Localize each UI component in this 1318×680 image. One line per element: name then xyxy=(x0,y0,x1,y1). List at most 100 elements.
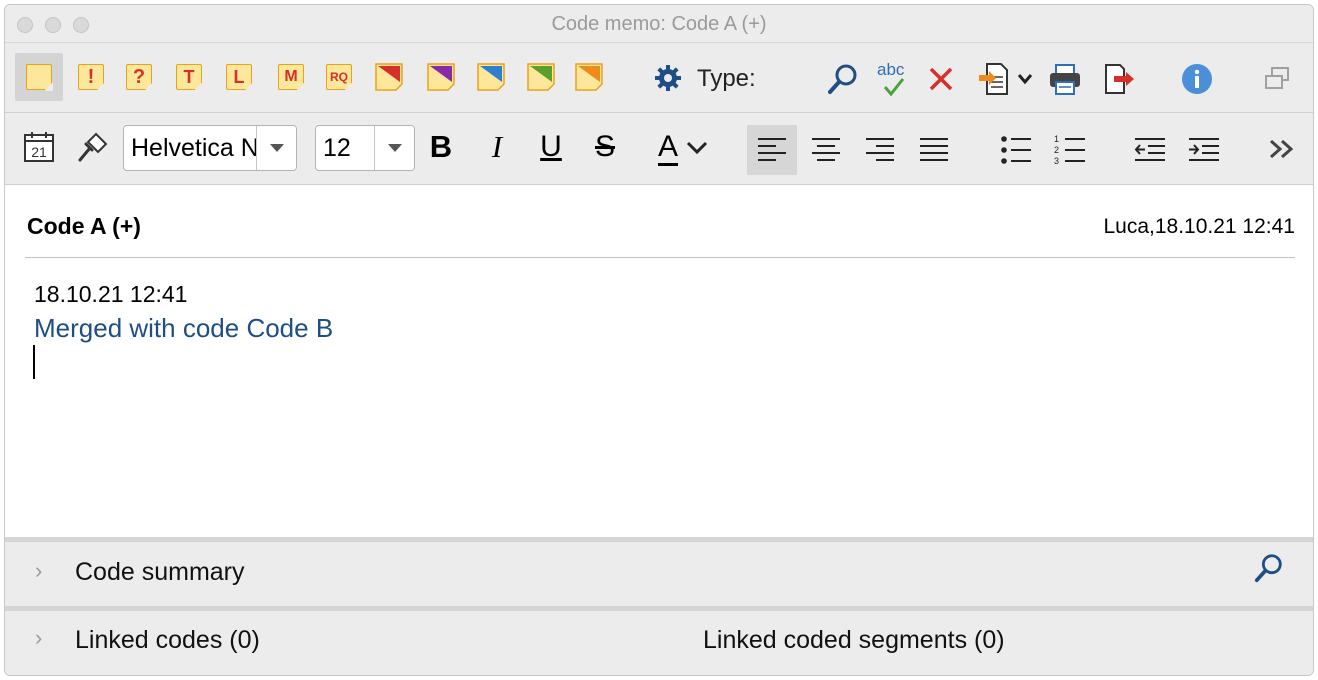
memo-type-important-button[interactable]: ! xyxy=(67,53,115,101)
svg-text:abc: abc xyxy=(877,60,905,79)
double-chevron-right-icon xyxy=(1270,139,1294,159)
memo-text-merged: Merged with code Code B xyxy=(34,313,334,343)
memo-type-purple-button[interactable] xyxy=(417,53,465,101)
print-button[interactable] xyxy=(1045,59,1085,99)
memo-green-corner-icon xyxy=(527,63,555,91)
svg-text:2: 2 xyxy=(1054,145,1059,155)
insert-date-button[interactable]: 21 xyxy=(19,127,59,167)
calendar-day: 21 xyxy=(31,144,47,160)
close-icon xyxy=(929,67,953,91)
search-icon xyxy=(1254,554,1282,583)
more-options-button[interactable] xyxy=(1261,127,1305,171)
text-color-button[interactable]: A xyxy=(647,123,719,173)
type-settings-button[interactable] xyxy=(651,61,685,95)
memo-theory-icon: T xyxy=(176,64,203,91)
import-button[interactable] xyxy=(975,59,1041,99)
memo-type-theory-button[interactable]: T xyxy=(165,53,213,101)
memo-type-standard-button[interactable] xyxy=(15,53,63,101)
memo-exclamation-icon: ! xyxy=(78,64,105,91)
font-size-value: 12 xyxy=(323,134,351,162)
numbered-list-icon: 123 xyxy=(1054,134,1085,166)
font-size-select[interactable]: 12 xyxy=(315,125,415,171)
linked-section: › Linked codes (0) Linked coded segments… xyxy=(5,611,1313,675)
outdent-icon xyxy=(1134,138,1165,161)
chevron-right-icon[interactable]: › xyxy=(35,625,42,651)
align-right-icon xyxy=(866,138,894,161)
memo-purple-corner-icon xyxy=(427,63,455,91)
align-justify-icon xyxy=(920,138,948,161)
memo-window: Code memo: Code A (+) ! ? T L M RQ Type:… xyxy=(4,4,1314,676)
outdent-button[interactable] xyxy=(1125,125,1175,175)
export-icon xyxy=(1105,64,1134,94)
memo-text-timestamp: 18.10.21 12:41 xyxy=(34,281,188,307)
svg-text:3: 3 xyxy=(1054,156,1059,166)
underline-button[interactable]: U xyxy=(529,125,573,169)
memo-title: Code A (+) xyxy=(27,213,141,239)
format-painter-button[interactable] xyxy=(73,127,113,167)
text-cursor xyxy=(33,345,35,379)
window-restore-icon xyxy=(1265,67,1289,89)
memo-method-icon: M xyxy=(278,64,305,91)
memo-type-research-question-button[interactable]: RQ xyxy=(315,53,363,101)
header-divider xyxy=(25,257,1295,258)
font-family-select[interactable]: Helvetica Neue xyxy=(123,125,297,171)
memo-type-literature-button[interactable]: L xyxy=(215,53,263,101)
type-label: Type: xyxy=(697,65,756,92)
title-bar: Code memo: Code A (+) xyxy=(5,5,1313,43)
align-right-button[interactable] xyxy=(855,125,905,175)
code-summary-section[interactable]: › Code summary xyxy=(5,542,1313,606)
bullet-list-button[interactable] xyxy=(991,125,1041,175)
align-left-button[interactable] xyxy=(747,125,797,175)
justify-button[interactable] xyxy=(909,125,959,175)
memo-type-method-button[interactable]: M xyxy=(267,53,315,101)
memo-literature-icon: L xyxy=(226,64,253,91)
paintbrush-icon xyxy=(78,132,108,162)
bold-button[interactable]: B xyxy=(419,125,463,169)
memo-type-red-button[interactable] xyxy=(365,53,413,101)
chevron-right-icon[interactable]: › xyxy=(35,558,42,584)
import-icon xyxy=(979,63,1033,95)
indent-button[interactable] xyxy=(1179,125,1229,175)
info-icon xyxy=(1182,64,1212,94)
chevron-down-icon xyxy=(256,126,296,170)
memo-research-question-icon: RQ xyxy=(326,64,353,91)
memo-standard-icon xyxy=(26,64,53,91)
memo-red-corner-icon xyxy=(375,63,403,91)
memo-type-blue-button[interactable] xyxy=(467,53,515,101)
spellcheck-icon: abc xyxy=(877,60,905,97)
delete-memo-button[interactable] xyxy=(923,61,959,97)
bullet-list-icon xyxy=(1001,136,1031,164)
printer-icon xyxy=(1050,64,1080,95)
chevron-down-icon xyxy=(374,126,414,170)
spellcheck-button[interactable]: abc xyxy=(871,57,915,101)
window-title: Code memo: Code A (+) xyxy=(551,13,767,35)
memo-author-date: Luca,18.10.21 12:41 xyxy=(1103,215,1295,238)
export-button[interactable] xyxy=(1099,59,1139,99)
numbered-list-button[interactable]: 123 xyxy=(1045,125,1095,175)
code-summary-label[interactable]: Code summary xyxy=(75,558,245,587)
gear-icon xyxy=(655,65,681,91)
linked-segments-label[interactable]: Linked coded segments (0) xyxy=(703,626,1005,655)
indent-icon xyxy=(1189,138,1219,161)
align-center-icon xyxy=(812,138,840,161)
memo-editor[interactable]: Code A (+) Luca,18.10.21 12:41 18.10.21 … xyxy=(5,185,1313,537)
info-button[interactable] xyxy=(1177,59,1217,99)
linked-codes-label[interactable]: Linked codes (0) xyxy=(75,626,260,655)
align-center-button[interactable] xyxy=(801,125,851,175)
memo-toolbar: ! ? T L M RQ Type: abc xyxy=(5,43,1313,113)
chevron-down-icon xyxy=(686,141,708,155)
search-icon xyxy=(828,64,857,94)
format-toolbar: 21 Helvetica Neue 12 B I U S A 1 2 3 xyxy=(5,113,1313,185)
detach-window-button[interactable] xyxy=(1259,61,1295,97)
memo-type-orange-button[interactable] xyxy=(565,53,613,101)
strikethrough-button[interactable]: S xyxy=(583,125,627,169)
italic-button[interactable]: I xyxy=(475,125,519,169)
memo-type-question-button[interactable]: ? xyxy=(115,53,163,101)
summary-search-button[interactable] xyxy=(1251,550,1287,586)
memo-blue-corner-icon xyxy=(477,63,505,91)
text-color-glyph: A xyxy=(657,130,678,166)
calendar-icon: 21 xyxy=(24,132,54,162)
search-button[interactable] xyxy=(823,59,863,99)
memo-type-green-button[interactable] xyxy=(517,53,565,101)
svg-text:1: 1 xyxy=(1054,134,1059,144)
